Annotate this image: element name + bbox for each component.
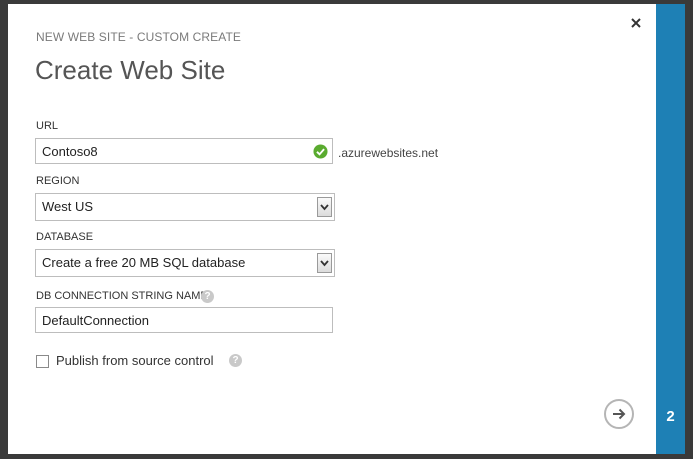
region-selected-value: West US [42,199,94,214]
chevron-down-icon [320,204,329,211]
arrow-right-icon [613,408,626,420]
region-label: REGION [36,175,80,187]
step-number: 2 [666,408,675,425]
database-dropdown-button[interactable] [317,253,332,273]
region-select[interactable]: West US [35,193,335,221]
database-selected-value: Create a free 20 MB SQL database [42,255,246,270]
next-button[interactable] [604,399,634,429]
chevron-down-icon [320,260,329,267]
dialog-subtitle: NEW WEB SITE - CUSTOM CREATE [36,30,242,44]
dialog-title: Create Web Site [35,55,226,85]
url-label: URL [36,120,59,132]
database-select[interactable]: Create a free 20 MB SQL database [35,249,335,277]
publish-checkbox-label[interactable]: Publish from source control [56,353,214,368]
region-dropdown-button[interactable] [317,197,332,217]
database-label: DATABASE [36,231,94,243]
close-icon[interactable] [628,15,644,31]
window-frame: NEW WEB SITE - CUSTOM CREATE Create Web … [0,0,693,459]
help-icon[interactable]: ? [229,354,242,367]
url-input[interactable] [35,138,333,164]
connection-string-input[interactable] [35,307,333,333]
connection-string-label: DB CONNECTION STRING NAME [36,290,208,302]
create-web-site-dialog: NEW WEB SITE - CUSTOM CREATE Create Web … [8,4,656,454]
publish-checkbox[interactable] [36,355,49,368]
url-domain-suffix: .azurewebsites.net [338,146,439,160]
help-icon[interactable]: ? [201,290,214,303]
wizard-step-bar: 2 [656,4,685,454]
check-circle-icon [313,144,328,159]
